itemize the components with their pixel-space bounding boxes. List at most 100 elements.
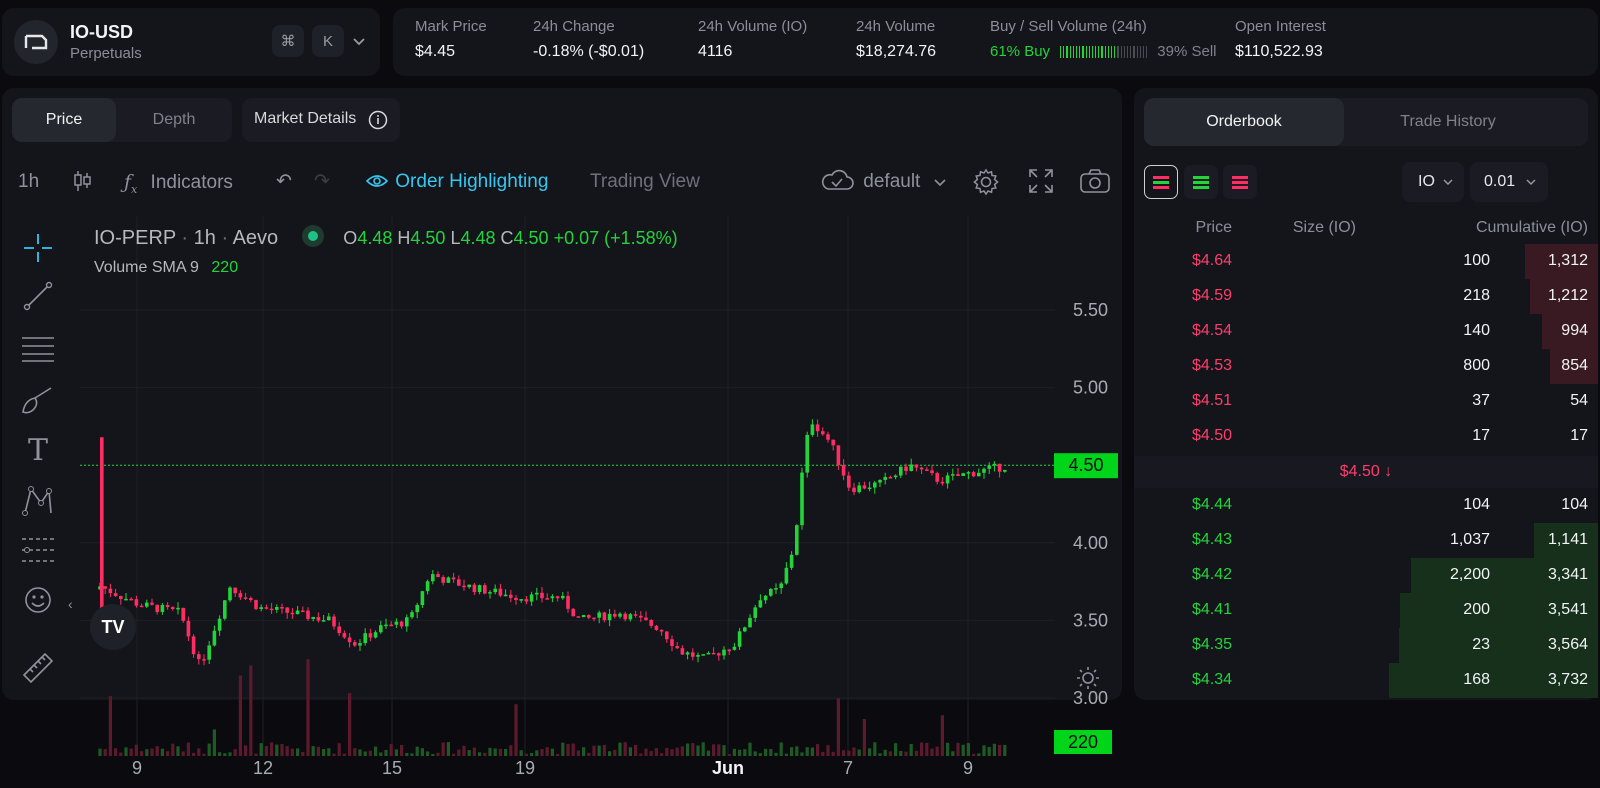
indicators-button[interactable]: ƒx Indicators <box>124 168 233 196</box>
fib-levels-icon[interactable] <box>20 532 56 568</box>
volume-bar <box>909 744 913 756</box>
volume-bar <box>181 751 185 756</box>
volume-bar <box>285 746 289 756</box>
trend-line-icon[interactable] <box>20 278 56 314</box>
volume-bar <box>301 751 305 756</box>
collapse-toolbar-icon[interactable]: ‹ <box>68 596 73 612</box>
volume-bar <box>384 749 388 756</box>
volume-bar <box>394 749 398 756</box>
unit-selector[interactable]: IO <box>1402 162 1464 202</box>
candle-body <box>961 473 965 476</box>
volume-bar <box>478 752 482 756</box>
volume-bar <box>545 747 549 756</box>
bid-row[interactable]: $4.35 23 3,564 <box>1134 628 1598 663</box>
trading-view-button[interactable]: Trading View <box>590 168 700 196</box>
candle-body <box>904 466 908 471</box>
fullscreen-icon[interactable] <box>1028 168 1054 196</box>
view-bids-icon[interactable] <box>1184 165 1218 199</box>
candle-body <box>134 599 139 606</box>
ob-size: 17 <box>1472 427 1490 444</box>
market-details-button[interactable]: Market Details <box>242 98 400 142</box>
volume-bar <box>727 753 731 756</box>
volume-bar <box>363 751 367 756</box>
bid-row[interactable]: $4.43 1,037 1,141 <box>1134 523 1598 558</box>
volume-bar <box>114 748 118 756</box>
candle-body <box>108 588 113 594</box>
ask-row[interactable]: $4.51 37 54 <box>1134 384 1598 419</box>
tradingview-logo-icon[interactable]: TV <box>90 604 136 650</box>
candle-body <box>446 577 451 583</box>
text-tool-icon[interactable]: T <box>20 432 56 468</box>
chevron-down-icon[interactable] <box>352 34 366 52</box>
volume-bar <box>987 746 991 756</box>
redo-icon[interactable]: ↷ <box>314 168 330 196</box>
volume-usd-stat: 24h Volume $18,274.76 <box>856 18 936 61</box>
candle-body <box>275 606 279 610</box>
bid-row[interactable]: $4.44 104 104 <box>1134 488 1598 523</box>
market-selector[interactable]: IO-USD Perpetuals ⌘ K <box>2 8 380 76</box>
volume-bar <box>706 750 710 756</box>
bid-row[interactable]: $4.34 168 3,732 <box>1134 663 1598 698</box>
ask-row[interactable]: $4.50 17 17 <box>1134 419 1598 454</box>
tab-price[interactable]: Price <box>12 98 116 142</box>
candle-body <box>857 485 861 493</box>
layout-selector[interactable]: default <box>820 168 946 196</box>
bid-row[interactable]: $4.41 200 3,541 <box>1134 593 1598 628</box>
volume-bar <box>556 753 560 756</box>
legend-l-label: L <box>450 228 461 248</box>
order-highlighting-toggle[interactable]: Order Highlighting <box>365 168 548 196</box>
unit-label: IO <box>1418 173 1435 190</box>
candle-body <box>685 652 690 655</box>
tab-orderbook[interactable]: Orderbook <box>1144 98 1344 146</box>
k-key-button[interactable]: K <box>312 25 344 57</box>
candle-body <box>290 612 295 615</box>
tab-depth[interactable]: Depth <box>120 98 228 142</box>
ask-row[interactable]: $4.53 800 854 <box>1134 349 1598 384</box>
interval-selector[interactable]: 1h <box>18 168 39 196</box>
pattern-icon[interactable] <box>20 482 56 518</box>
price-chart[interactable]: 5.505.004.504.003.503.004.502209121519Ju… <box>80 216 1120 788</box>
candle-body <box>467 584 471 588</box>
ruler-icon[interactable] <box>20 650 56 686</box>
volume-bar <box>400 744 404 756</box>
bid-row[interactable]: $4.42 2,200 3,341 <box>1134 558 1598 593</box>
tick-size-selector[interactable]: 0.01 <box>1470 162 1548 202</box>
candle-body <box>867 487 872 490</box>
ask-row[interactable]: $4.64 100 1,312 <box>1134 244 1598 279</box>
view-both-icon[interactable] <box>1144 165 1178 199</box>
ratio-tick <box>1088 45 1090 58</box>
emoji-icon[interactable] <box>20 582 56 618</box>
candle-body <box>171 607 175 609</box>
volume-bar <box>192 752 196 756</box>
candle-body <box>316 617 321 621</box>
chart-panel: Price Depth Market Details 1h ƒx Indicat… <box>2 88 1122 778</box>
volume-bar <box>852 747 856 756</box>
candle-body <box>150 602 154 605</box>
undo-icon[interactable]: ↶ <box>276 168 292 196</box>
legend-symbol: IO-PERP <box>94 227 176 249</box>
volume-bar <box>628 747 632 756</box>
candle-body <box>436 574 440 578</box>
stat-label: Buy / Sell Volume (24h) <box>990 18 1147 35</box>
volume-bar <box>696 745 700 756</box>
candle-type-icon[interactable] <box>72 168 92 196</box>
candle-body <box>368 633 373 638</box>
horizontal-lines-icon[interactable] <box>20 330 56 366</box>
brush-icon[interactable] <box>20 382 56 418</box>
command-key-button[interactable]: ⌘ <box>272 25 304 57</box>
sun-icon[interactable] <box>1076 666 1100 695</box>
crosshair-icon[interactable] <box>20 230 56 266</box>
volume-bar <box>290 748 294 756</box>
stat-label: Open Interest <box>1235 18 1326 35</box>
settings-gear-icon[interactable] <box>972 168 1000 196</box>
tab-trade-history[interactable]: Trade History <box>1350 98 1546 146</box>
candle-body <box>644 617 648 621</box>
ob-price: $4.43 <box>1191 531 1232 548</box>
candle-body <box>321 620 326 622</box>
ask-row[interactable]: $4.59 218 1,212 <box>1134 279 1598 314</box>
volume-bar <box>623 742 627 756</box>
camera-icon[interactable] <box>1079 168 1111 196</box>
ask-row[interactable]: $4.54 140 994 <box>1134 314 1598 349</box>
candle-body <box>815 424 820 432</box>
view-asks-icon[interactable] <box>1223 165 1257 199</box>
